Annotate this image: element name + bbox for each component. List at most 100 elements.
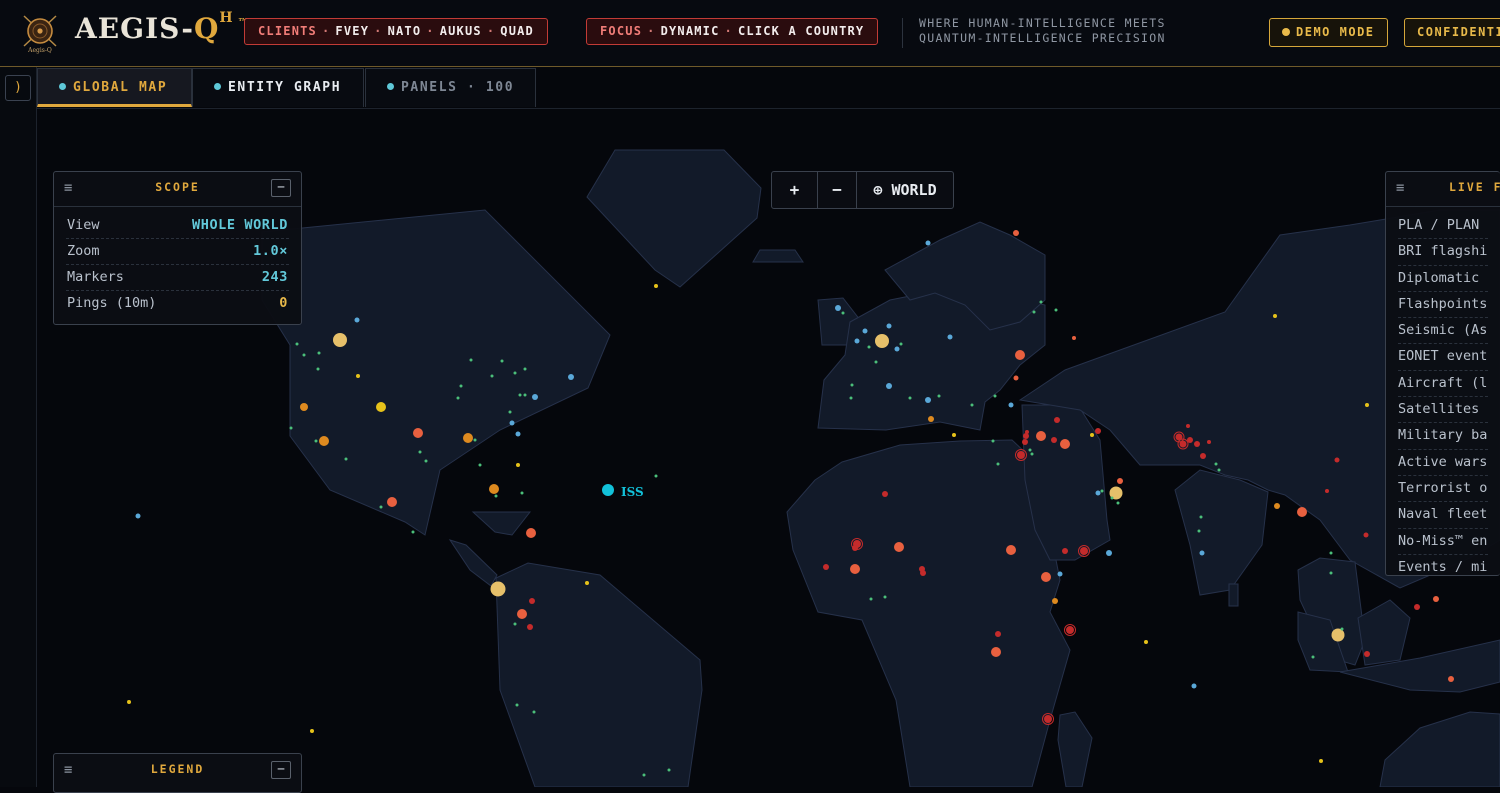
zoom-out-button[interactable]: − [818,172,856,208]
reset-world-button[interactable]: ⊕ WORLD [857,172,953,208]
map-marker-node[interactable] [379,505,383,509]
live-feed-row[interactable]: Military base [1398,423,1488,450]
map-marker-node[interactable] [314,439,318,443]
map-marker-hotspot[interactable] [894,542,904,552]
map-marker-allied[interactable] [532,394,538,400]
map-marker-node[interactable] [996,462,1000,466]
map-marker-node[interactable] [1214,462,1218,466]
map-marker-node[interactable] [478,463,482,467]
map-marker-node[interactable] [867,345,871,349]
map-marker-allied[interactable] [354,317,360,323]
map-marker-conflict[interactable] [1334,457,1340,463]
map-marker-node[interactable] [317,351,321,355]
map-marker-allied[interactable] [925,240,931,246]
map-marker-allied[interactable] [1057,571,1063,577]
map-marker-gold[interactable] [333,333,347,347]
map-marker-hotspot[interactable] [1015,350,1025,360]
map-marker-node[interactable] [411,530,415,534]
map-marker-conflict[interactable] [920,570,926,576]
map-marker-node[interactable] [1054,308,1058,312]
map-marker-conflict[interactable] [1044,715,1052,723]
map-marker-allied[interactable] [854,338,860,344]
map-marker-node[interactable] [1032,310,1036,314]
map-marker-event[interactable] [654,284,658,288]
live-feed-row[interactable]: No-Miss™ enve [1398,529,1488,555]
live-feed-row[interactable]: Diplomatic po [1398,266,1488,292]
map-marker-allied[interactable] [925,397,931,403]
map-marker-allied[interactable] [135,513,141,519]
map-marker-node[interactable] [1039,300,1043,304]
map-marker-node[interactable] [993,394,997,398]
map-marker-node[interactable] [849,396,853,400]
map-marker-node[interactable] [1030,452,1034,456]
map-marker-node[interactable] [899,342,903,346]
map-marker-conflict[interactable] [1066,626,1074,634]
map-marker-node[interactable] [1110,496,1114,500]
tab-panels[interactable]: PANELS · 100 [365,68,536,107]
map-marker-node[interactable] [520,491,524,495]
collapse-button[interactable]: − [271,179,291,197]
map-marker-event[interactable] [127,700,131,704]
map-marker-conflict[interactable] [852,545,858,551]
map-marker-hotspot[interactable] [1036,431,1046,441]
map-marker-allied[interactable] [1199,550,1205,556]
map-marker-conflict[interactable] [882,491,888,497]
map-marker-hotspot[interactable] [1448,676,1454,682]
map-marker-node[interactable] [523,367,527,371]
map-marker-hotspot[interactable] [1006,545,1016,555]
map-marker-node[interactable] [316,367,320,371]
map-marker-event[interactable] [516,463,520,467]
map-marker-node[interactable] [642,773,646,777]
map-marker-node[interactable] [874,360,878,364]
map-marker-base[interactable] [463,433,473,443]
map-marker-conflict[interactable] [1080,547,1088,555]
map-marker-node[interactable] [1100,489,1104,493]
map-marker-gold[interactable] [1331,628,1345,642]
map-marker-hotspot[interactable] [1072,336,1076,340]
map-marker-node[interactable] [500,359,504,363]
map-marker-conflict[interactable] [1054,417,1060,423]
map-marker-node[interactable] [937,394,941,398]
map-marker-gold[interactable] [875,334,889,348]
map-marker-hotspot[interactable] [1041,572,1051,582]
map-marker-allied[interactable] [509,420,515,426]
map-marker-hotspot[interactable] [1013,375,1019,381]
live-feed-row[interactable]: Aircraft (liv [1398,371,1488,398]
map-marker-hotspot[interactable] [526,528,536,538]
map-marker-allied[interactable] [1191,683,1197,689]
collapse-button[interactable]: − [271,761,291,779]
iss-marker[interactable]: ISS [602,484,644,499]
map-marker-conflict[interactable] [1200,453,1206,459]
map-marker-node[interactable] [302,353,306,357]
map-marker-node[interactable] [1197,529,1201,533]
tab-entity-graph[interactable]: ENTITY GRAPH [192,68,364,107]
live-feed-row[interactable]: Events / min [1398,555,1488,575]
map-marker-node[interactable] [469,358,473,362]
map-marker-allied[interactable] [515,431,521,437]
map-marker-allied[interactable] [1106,550,1112,556]
map-marker-conflict[interactable] [1363,532,1369,538]
map-marker-node[interactable] [654,474,658,478]
map-marker-node[interactable] [1311,655,1315,659]
map-marker-allied[interactable] [886,383,892,389]
map-marker-node[interactable] [459,384,463,388]
map-marker-node[interactable] [508,410,512,414]
map-marker-event[interactable] [585,581,589,585]
map-marker-allied[interactable] [1095,490,1101,496]
live-feed-row[interactable]: EONET events [1398,344,1488,371]
live-feed-row[interactable]: BRI flagship [1398,239,1488,266]
live-feed-row[interactable]: Flashpoints [1398,292,1488,319]
map-marker-node[interactable] [344,457,348,461]
map-marker-conflict[interactable] [1095,428,1101,434]
map-marker-event[interactable] [310,729,314,733]
map-marker-node[interactable] [456,396,460,400]
live-feed-row[interactable]: Satellites [1398,397,1488,424]
map-marker-conflict[interactable] [529,598,535,604]
map-marker-hotspot[interactable] [1013,230,1019,236]
sidebar-toggle-button[interactable]: ) [5,75,31,101]
map-marker-conflict[interactable] [1187,437,1193,443]
map-marker-conflict[interactable] [527,624,533,630]
map-marker-conflict[interactable] [1186,424,1190,428]
map-marker-node[interactable] [991,439,995,443]
map-marker-event[interactable] [952,433,956,437]
